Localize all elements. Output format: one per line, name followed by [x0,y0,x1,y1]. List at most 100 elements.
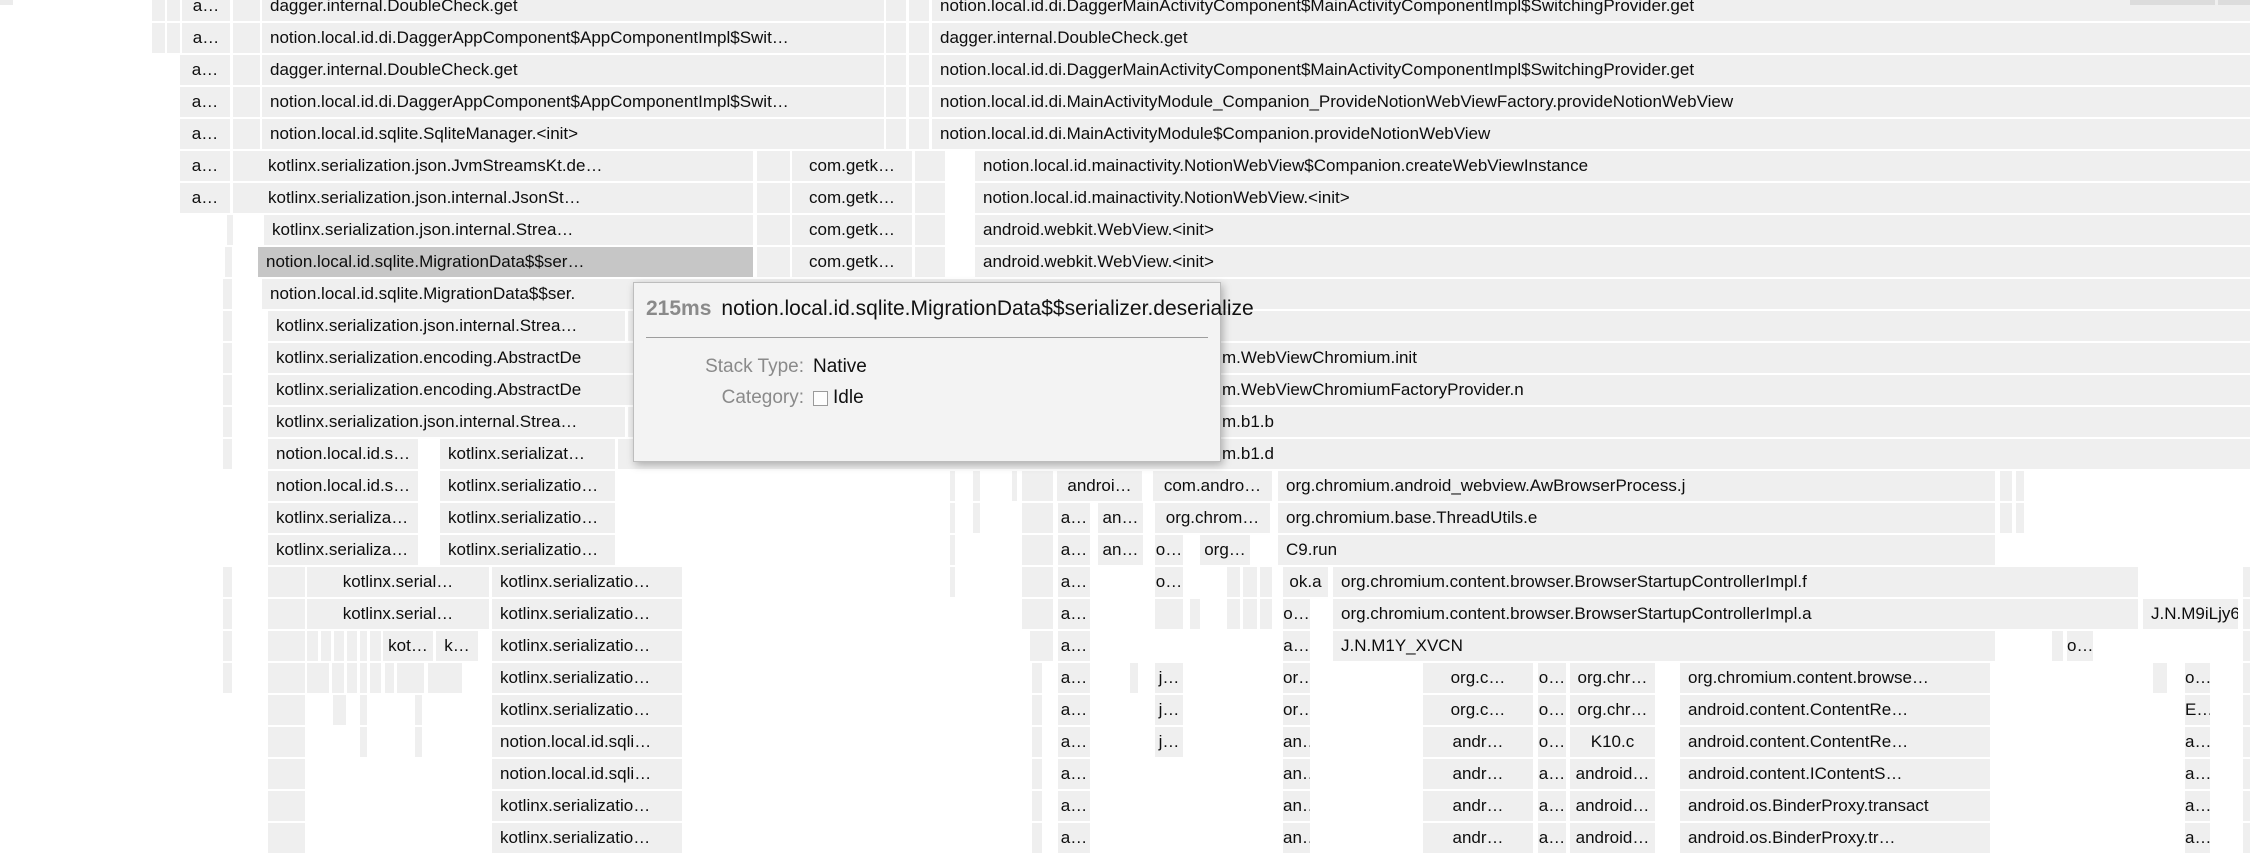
flame-bar[interactable]: o… [2185,663,2210,693]
flame-bar[interactable] [233,23,260,53]
flame-bar[interactable]: kotlinx.serialization.json.JvmStreamsKt.… [260,151,753,181]
flame-bar[interactable] [233,0,260,21]
flame-bar[interactable] [909,0,929,21]
flame-bar[interactable] [233,87,260,117]
flame-bar[interactable]: notion.local.id.mainactivity.NotionWebVi… [975,183,2250,213]
flame-bar[interactable]: kotlinx.serializatio… [440,471,615,501]
flame-bar[interactable] [268,663,305,693]
flame-bar[interactable] [757,247,790,277]
flame-bar[interactable] [2016,471,2024,501]
flame-bar[interactable]: o… [1155,535,1183,565]
flame-bar[interactable]: org.chr… [1570,663,1655,693]
flame-bar[interactable]: android.webkit.WebView.<init> [975,215,2250,245]
flame-bar[interactable] [1032,759,1042,789]
flame-bar[interactable] [1022,599,1053,629]
flame-bar[interactable]: or… [1283,695,1310,725]
flame-bar[interactable]: notion.local.id.di.DaggerMainActivityCom… [932,0,2250,21]
flame-bar[interactable] [397,663,424,693]
flame-bar[interactable] [909,119,929,149]
flame-bar[interactable]: kotlinx.serializatio… [440,503,615,533]
flame-bar[interactable]: o… [1155,567,1183,597]
flame-bar[interactable] [415,727,422,757]
flame-bar[interactable] [950,503,955,533]
flame-bar[interactable]: android.webkit.WebView.<init> [975,247,2250,277]
flame-bar[interactable]: org.c… [1423,663,1533,693]
flame-bar[interactable] [1260,599,1272,629]
flame-bar[interactable]: notion.local.id.di.MainActivityModule$Co… [932,119,2250,149]
flame-bar[interactable] [2243,599,2250,629]
flame-bar[interactable] [321,631,331,661]
flame-bar[interactable]: org.chrom… [1155,503,1270,533]
flame-bar[interactable] [1032,727,1042,757]
flame-bar[interactable]: dagger.internal.DoubleCheck.get [262,55,884,85]
flame-bar[interactable]: com.getk… [792,247,912,277]
flame-bar[interactable]: notion.local.id.s… [268,439,418,469]
flame-bar[interactable] [1022,567,1053,597]
flame-bar[interactable]: notion.local.id.di.DaggerMainActivityCom… [932,55,2250,85]
flame-bar[interactable]: notion.local.id.sqlite.MigrationData$$se… [262,279,2250,309]
flame-bar[interactable] [332,663,344,693]
flame-bar[interactable]: a… [1058,759,1090,789]
flame-bar[interactable] [268,695,305,725]
flame-bar[interactable]: K10.c [1570,727,1655,757]
flame-bar[interactable] [360,695,367,725]
flame-bar[interactable]: a… [182,0,230,21]
flame-bar[interactable] [1032,791,1042,821]
flame-bar[interactable] [2153,663,2167,693]
flame-bar[interactable] [950,471,955,501]
flame-bar[interactable]: kotlinx.serial… [307,567,489,597]
flame-bar[interactable] [2243,567,2250,597]
flame-bar[interactable]: an… [1283,791,1310,821]
flame-bar[interactable]: org.chr… [1570,695,1655,725]
flame-bar[interactable]: kotlinx.serialization.json.internal.Stre… [264,215,753,245]
flame-bar[interactable]: a… [1538,791,1566,821]
flame-bar[interactable]: org.chromium.content.browse… [1680,663,1990,693]
flame-bar[interactable]: an… [1098,535,1143,565]
flame-bar[interactable]: kotlinx.serializatio… [492,695,682,725]
flame-bar[interactable] [1022,503,1053,533]
flame-bar[interactable] [268,599,305,629]
flame-bar[interactable]: android.os.BinderProxy.transact [1680,791,1990,821]
flame-bar[interactable]: o… [2067,631,2093,661]
flame-bar[interactable] [1190,599,1200,629]
flame-bar[interactable]: a… [180,55,230,85]
flame-bar[interactable]: android.os.BinderProxy.tr… [1680,823,1990,853]
flame-bar[interactable]: k… [436,631,478,661]
flame-bar[interactable] [370,663,381,693]
flame-bar[interactable] [1130,663,1138,693]
flame-bar[interactable]: a… [1058,503,1090,533]
flame-bar[interactable] [915,183,945,213]
flame-bar[interactable] [227,215,233,245]
flame-bar[interactable]: com.getk… [792,151,912,181]
flame-bar[interactable]: kotlinx.serializatio… [492,631,682,661]
flame-bar[interactable]: an… [1283,727,1310,757]
flame-bar[interactable]: a… [1058,791,1090,821]
flame-bar[interactable] [2243,663,2250,693]
flame-bar[interactable] [1032,695,1042,725]
flame-bar[interactable]: o… [1538,663,1566,693]
flame-bar[interactable]: kotlinx.serializatio… [492,823,682,853]
flame-bar[interactable] [360,727,367,757]
flame-bar[interactable]: android… [1570,759,1655,789]
flame-bar[interactable]: or… [1283,663,1310,693]
flame-bar[interactable] [973,503,980,533]
flame-bar[interactable]: o… [1538,695,1566,725]
flame-bar[interactable]: android.content.IContentS… [1680,759,1990,789]
flame-bar[interactable] [950,567,955,597]
flame-bar[interactable] [909,55,929,85]
flame-bar[interactable] [347,663,357,693]
flame-bar[interactable]: a… [2185,727,2210,757]
flame-bar[interactable]: a… [1058,695,1090,725]
flame-bar[interactable]: ok.a [1283,567,1328,597]
flame-bar[interactable]: android… [1570,823,1655,853]
flame-bar[interactable]: kotlinx.serializatio… [492,599,682,629]
flame-bar[interactable] [223,343,232,373]
flame-bar[interactable]: a… [2185,823,2210,853]
flame-bar[interactable] [757,215,790,245]
flame-bar[interactable]: kotlinx.serializa… [268,503,418,533]
flame-bar[interactable]: andr… [1423,759,1533,789]
flame-bar[interactable] [233,183,260,213]
flame-bar[interactable]: org.chromium.content.browser.BrowserStar… [1333,567,2138,597]
flame-bar[interactable] [1227,599,1240,629]
flame-bar[interactable] [2016,503,2024,533]
